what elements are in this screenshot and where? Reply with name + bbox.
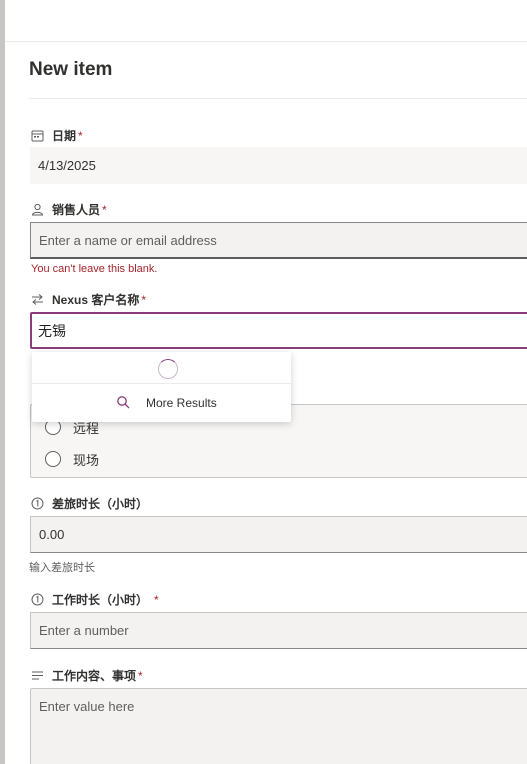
panel-title: New item xyxy=(29,59,113,80)
person-icon xyxy=(30,202,44,216)
required-mark: * xyxy=(138,668,143,683)
work-hours-label: 工作时长（小时） * xyxy=(30,590,159,608)
loading-spinner-icon xyxy=(158,359,178,379)
date-field[interactable]: 4/13/2025 xyxy=(30,147,527,184)
work-hours-placeholder: Enter a number xyxy=(39,623,129,638)
lookup-arrows-icon xyxy=(30,292,44,306)
travel-hours-value: 0.00 xyxy=(39,527,65,542)
customer-lookup-dropdown: More Results xyxy=(32,352,291,422)
customer-search-input[interactable]: 无锡 xyxy=(30,312,527,349)
date-value: 4/13/2025 xyxy=(38,158,96,173)
required-mark: * xyxy=(141,292,147,307)
salesperson-input[interactable]: Enter a name or email address xyxy=(30,222,527,259)
travel-hours-label-text: 差旅时长（小时） xyxy=(52,496,149,511)
text-lines-icon xyxy=(30,668,44,682)
search-icon xyxy=(116,395,130,412)
more-results-label: More Results xyxy=(146,396,217,410)
date-label-text: 日期 xyxy=(52,128,77,143)
radio-option-onsite[interactable]: 现场 xyxy=(45,449,99,469)
salesperson-label: 销售人员 * xyxy=(30,200,107,218)
radio-circle[interactable] xyxy=(45,451,61,467)
panel-header-bar xyxy=(5,0,527,42)
number-icon xyxy=(30,496,44,510)
panel-left-edge xyxy=(0,0,5,764)
radio-option-label: 现场 xyxy=(73,452,100,468)
customer-label: Nexus 客户名称 * xyxy=(30,290,146,308)
customer-label-text: Nexus 客户名称 xyxy=(52,292,140,307)
work-content-textarea[interactable]: Enter value here xyxy=(30,688,527,764)
number-icon xyxy=(30,592,44,606)
salesperson-error: You can't leave this blank. xyxy=(31,263,158,275)
dropdown-divider xyxy=(32,383,291,384)
work-content-placeholder: Enter value here xyxy=(39,699,135,714)
more-results-button[interactable]: More Results xyxy=(116,394,217,412)
title-divider xyxy=(29,98,527,99)
required-mark: * xyxy=(78,128,83,143)
calendar-icon xyxy=(30,128,44,142)
work-hours-input[interactable]: Enter a number xyxy=(30,612,527,649)
work-content-label-text: 工作内容、事项 xyxy=(52,668,137,683)
travel-hours-input[interactable]: 0.00 xyxy=(30,516,527,553)
work-content-label: 工作内容、事项 * xyxy=(30,666,143,684)
work-hours-label-text: 工作时长（小时） xyxy=(52,592,149,607)
travel-hours-helper: 输入差旅时长 xyxy=(29,562,95,574)
required-mark: * xyxy=(154,592,159,607)
required-mark: * xyxy=(102,202,107,217)
travel-hours-label: 差旅时长（小时） xyxy=(30,494,148,512)
salesperson-label-text: 销售人员 xyxy=(52,202,101,217)
date-label: 日期 * xyxy=(30,126,83,144)
salesperson-placeholder: Enter a name or email address xyxy=(39,232,217,248)
customer-input-value: 无锡 xyxy=(38,322,66,339)
